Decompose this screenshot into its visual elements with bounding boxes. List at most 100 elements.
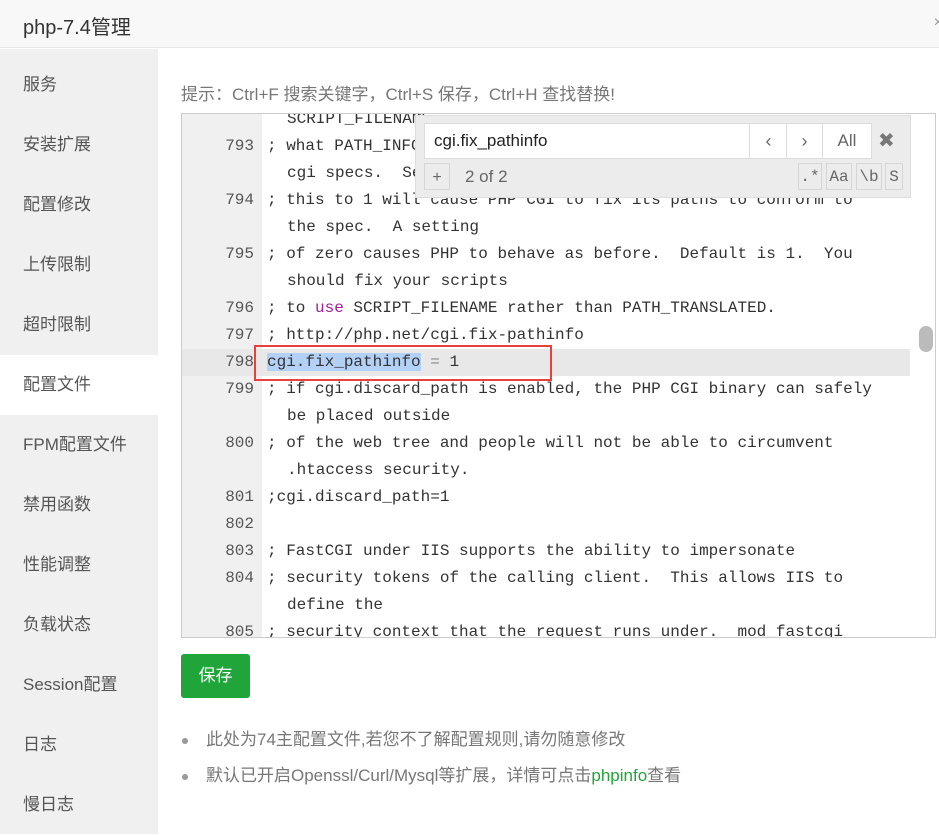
line-number: 803 [225,542,254,560]
line-number: 795 [225,245,254,263]
sidebar-item[interactable]: 超时限制 [0,295,158,355]
code-token: SCRIPT_FILENAME rather than PATH_TRANSLA… [343,299,776,317]
search-match: cgi.fix_pathinfo [267,353,421,371]
code-line[interactable]: be placed outside [182,403,910,430]
keyword-token: use [315,299,344,317]
note-item: 默认已开启Openssl/Curl/Mysql等扩展，详情可点击phpinfo查… [181,762,681,798]
code-token: ; security context that the request runs… [267,623,844,638]
line-text: ; to use SCRIPT_FILENAME rather than PAT… [267,295,776,322]
code-line[interactable]: 803 ; FastCGI under IIS supports the abil… [182,538,910,565]
code-token: be placed outside [287,407,451,425]
line-text: ; if cgi.discard_path is enabled, the PH… [267,376,872,403]
code-line[interactable]: 802 [182,511,910,538]
code-line[interactable]: 800 ; of the web tree and people will not… [182,430,910,457]
line-number: 802 [225,515,254,533]
code-token: ; security tokens of the calling client.… [267,569,844,587]
code-line[interactable]: the spec. A setting [182,214,910,241]
sidebar-item[interactable]: 禁用函数 [0,475,158,535]
sidebar-item[interactable]: 慢日志 [0,775,158,835]
code-token: define the [287,596,384,614]
line-number: 797 [225,326,254,344]
vertical-scrollbar[interactable] [919,326,933,352]
line-text: ; of the web tree and people will not be… [267,430,834,457]
line-number: 798 [225,353,254,371]
close-icon[interactable]: × [934,14,939,32]
in-selection-toggle[interactable]: S [885,163,903,190]
code-line[interactable]: 799 ; if cgi.discard_path is enabled, the… [182,376,910,403]
line-text: ; of zero causes PHP to behave as before… [267,241,853,268]
next-match-button[interactable]: › [787,124,823,158]
line-number: 793 [225,137,254,155]
sidebar-item[interactable]: 上传限制 [0,235,158,295]
sidebar-item[interactable]: 负载状态 [0,595,158,655]
case-sensitive-toggle[interactable]: Aa [826,163,852,190]
code-line[interactable]: should fix your scripts [182,268,910,295]
sidebar-item[interactable]: 安装扩展 [0,115,158,175]
code-token: ; FastCGI under IIS supports the ability… [267,542,796,560]
search-input[interactable] [425,124,750,158]
line-text: ; security context that the request runs… [267,619,844,638]
code-line[interactable]: 805 ; security context that the request r… [182,619,910,638]
code-token: ; of the web tree and people will not be… [267,434,834,452]
sidebar-item[interactable]: 配置修改 [0,175,158,235]
code-line[interactable]: 797 ; http://php.net/cgi.fix-pathinfo [182,322,910,349]
code-editor[interactable]: SCRIPT_FILENAME793; what PATH_INFO is. F… [181,113,936,638]
line-text: ;cgi.discard_path=1 [267,484,449,511]
code-line[interactable]: 804 ; security tokens of the calling clie… [182,565,910,592]
code-token: ; http://php.net/cgi.fix-pathinfo [267,326,584,344]
line-text: define the [287,592,383,619]
sidebar-item[interactable]: Session配置 [0,655,158,715]
code-token: 1 [439,353,460,371]
line-text: be placed outside [287,403,450,430]
line-text: cgi.fix_pathinfo = 1 [267,349,459,376]
line-text: .htaccess security. [287,457,469,484]
code-line[interactable]: 798 cgi.fix_pathinfo = 1 [182,349,910,376]
regex-toggle[interactable]: .* [798,163,822,190]
close-search-icon[interactable]: ✖ [878,128,895,153]
window-title: php-7.4管理 [23,17,131,39]
line-text: ; FastCGI under IIS supports the ability… [267,538,795,565]
code-line[interactable]: 801 ;cgi.discard_path=1 [182,484,910,511]
line-text: SCRIPT_FILENAME [287,113,432,133]
code-token: SCRIPT_FILENAME [287,113,432,128]
code-line[interactable]: 796 ; to use SCRIPT_FILENAME rather than … [182,295,910,322]
select-all-matches-button[interactable]: All [823,124,871,158]
code-token: ; to [267,299,316,317]
sidebar-item[interactable]: 性能调整 [0,535,158,595]
line-text: should fix your scripts [287,268,508,295]
line-number: 800 [225,434,254,452]
code-line[interactable]: .htaccess security. [182,457,910,484]
note-item: 此处为74主配置文件,若您不了解配置规则,请勿随意修改 [181,726,681,762]
sidebar-item[interactable]: FPM配置文件 [0,415,158,475]
line-number: 799 [225,380,254,398]
sidebar-item[interactable]: 服务 [0,55,158,115]
code-token: .htaccess security. [287,461,470,479]
save-button[interactable]: 保存 [181,654,250,698]
previous-match-button[interactable]: ‹ [751,124,787,158]
notes-list: 此处为74主配置文件,若您不了解配置规则,请勿随意修改 默认已开启Openssl… [181,726,681,798]
code-token: = [430,353,440,371]
line-number: 804 [225,569,254,587]
code-token: ; if cgi.discard_path is enabled, the PH… [267,380,872,398]
line-number: 796 [225,299,254,317]
editor-hint: 提示：Ctrl+F 搜索关键字，Ctrl+S 保存，Ctrl+H 查找替换! [181,85,615,104]
sidebar-item[interactable]: 配置文件 [0,355,158,415]
toggle-replace-button[interactable]: + [424,163,450,190]
match-count: 2 of 2 [465,167,508,186]
code-line[interactable]: define the [182,592,910,619]
phpinfo-link[interactable]: phpinfo [591,766,647,785]
code-token: should fix your scripts [287,272,508,290]
line-number: 801 [225,488,254,506]
search-panel: ‹ › All ✖ + 2 of 2 .* Aa \b S [415,115,911,198]
code-token: ;cgi.discard_path=1 [267,488,450,506]
whole-word-toggle[interactable]: \b [856,163,882,190]
sidebar-item[interactable]: 日志 [0,715,158,775]
code-token: the spec. A setting [287,218,480,236]
line-text: the spec. A setting [287,214,479,241]
line-text: ; http://php.net/cgi.fix-pathinfo [267,322,584,349]
code-line[interactable]: 795 ; of zero causes PHP to behave as bef… [182,241,910,268]
line-number: 805 [225,623,254,638]
line-number: 794 [225,191,254,209]
title-bar: php-7.4管理 × [0,0,939,48]
